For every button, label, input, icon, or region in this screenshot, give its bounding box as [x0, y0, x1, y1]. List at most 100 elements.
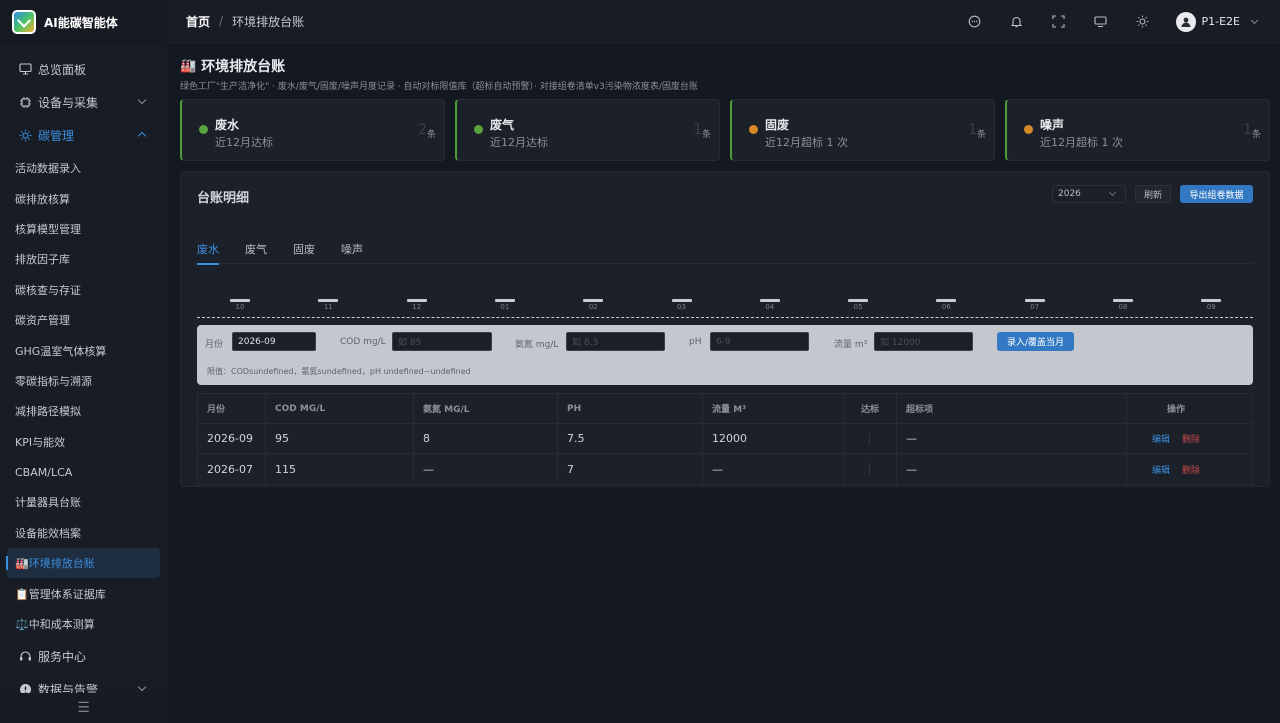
month-bar[interactable]	[671, 299, 692, 302]
limit-hint: 限值：CODsundefined，氨氮sundefined，pH undefin…	[207, 367, 471, 376]
month-bar[interactable]	[230, 299, 250, 302]
chevron-down-icon	[137, 683, 147, 692]
month-input[interactable]: 2026-09	[232, 332, 316, 351]
stat-card-noise[interactable]: 噪声 近12月超标 1 次 1 条	[1005, 99, 1270, 161]
refresh-button[interactable]: 刷新	[1135, 185, 1171, 203]
edit-link[interactable]: 编辑	[1152, 463, 1170, 476]
flow-input[interactable]: 如 12000	[874, 332, 973, 351]
stat-unit: 条	[426, 130, 436, 140]
stat-card-wastewater[interactable]: 废水 近12月达标 2 条	[180, 99, 445, 161]
sidebar-item-carbon[interactable]: 碳管理	[0, 120, 167, 150]
logo-icon	[12, 10, 36, 34]
tab-noise[interactable]: 噪声	[341, 241, 363, 264]
cell-actions: 编辑 删除	[1127, 454, 1225, 484]
collapse-menu-icon[interactable]: ☰	[0, 693, 167, 723]
sidebar-subitem[interactable]: 活动数据录入	[0, 153, 167, 183]
factory-icon: 🏭	[180, 58, 197, 74]
year-select[interactable]: 2026	[1052, 185, 1126, 203]
ph-label: pH	[689, 337, 702, 347]
sidebar-subitem[interactable]: 碳核查与存证	[0, 275, 167, 305]
panel-header: 台账明细 2026 刷新 导出组卷数据	[197, 172, 1253, 220]
cod-input[interactable]: 如 85	[392, 332, 492, 351]
col-nh[interactable]: 氨氮 MG/L	[414, 393, 558, 424]
delete-link[interactable]: 删除	[1182, 432, 1200, 445]
avatar[interactable]	[1175, 11, 1196, 32]
tab-wastewater[interactable]: 废水	[197, 241, 219, 265]
col-ph[interactable]: PH	[558, 393, 703, 424]
breadcrumb-home[interactable]: 首页	[186, 13, 210, 30]
month-bar[interactable]	[1201, 299, 1222, 302]
sidebar-subitem[interactable]: 核算模型管理	[0, 214, 167, 244]
month-bar[interactable]	[406, 299, 427, 302]
month-bar[interactable]	[1024, 299, 1045, 302]
month-bar[interactable]	[759, 299, 780, 302]
screen-icon[interactable]	[1094, 15, 1108, 29]
sidebar-subitem[interactable]: 零碳指标与溯源	[0, 366, 167, 396]
sidebar-subitem[interactable]: 排放因子库	[0, 244, 167, 274]
stat-count: 2	[418, 122, 427, 138]
tab-solid-waste[interactable]: 固废	[293, 241, 315, 264]
stat-card-solid-waste[interactable]: 固废 近12月超标 1 次 1 条	[730, 99, 995, 161]
submit-month-button[interactable]: 录入/覆盖当月	[997, 332, 1074, 351]
sidebar-subitem[interactable]: 碳排放核算	[0, 183, 167, 213]
sidebar-subitem[interactable]: KPI与能效	[0, 427, 167, 457]
sidebar-subitem[interactable]: GHG温室气体核算	[0, 335, 167, 365]
logo[interactable]: AI能碳智能体	[0, 0, 167, 44]
tab-exhaust[interactable]: 废气	[245, 241, 267, 264]
fullscreen-icon[interactable]	[1052, 15, 1066, 29]
breadcrumb-separator: /	[219, 14, 224, 28]
status-dot	[749, 125, 758, 134]
col-month[interactable]: 月份	[198, 393, 266, 424]
col-exceed[interactable]: 超标项	[897, 393, 1127, 424]
chevron-down-icon[interactable]	[1250, 16, 1259, 24]
topbar: 首页 / 环境排放台账 P1-E2E	[167, 0, 1280, 43]
export-button[interactable]: 导出组卷数据	[1180, 185, 1253, 203]
sidebar-subitem[interactable]: CBAM/LCA	[0, 457, 167, 487]
month-label: 09	[1206, 303, 1216, 311]
theme-sun-icon[interactable]	[1136, 15, 1150, 29]
chevron-down-icon	[137, 95, 147, 105]
sidebar-subitem[interactable]: 📋管理体系证据库	[0, 578, 167, 608]
main-area: 首页 / 环境排放台账 P1-E2E 🏭 环境排放台账 绿色工厂"生产洁净化" …	[167, 0, 1280, 723]
sidebar-subitem[interactable]: 减排路径模拟	[0, 396, 167, 426]
col-actions: 操作	[1166, 405, 1185, 415]
col-compliant[interactable]: 达标	[844, 393, 897, 424]
stat-card-exhaust[interactable]: 废气 近12月达标 1 条	[455, 99, 720, 161]
sidebar-item-devices[interactable]: 设备与采集	[0, 87, 167, 117]
table-header: 月份 COD MG/L 氨氮 MG/L PH 流量 M³ 达标 超标项 操作	[198, 393, 1252, 424]
cell-nh: 8	[414, 423, 558, 454]
month-label: 05	[853, 303, 863, 311]
month-bar[interactable]	[936, 299, 957, 302]
cell-flow: —	[703, 454, 844, 484]
topbar-actions: P1-E2E	[940, 0, 1259, 43]
sidebar-item-service[interactable]: 服务中心	[0, 641, 167, 671]
col-cod[interactable]: COD MG/L	[266, 393, 414, 424]
month-bar[interactable]	[1113, 299, 1133, 302]
month-label: 03	[677, 303, 686, 311]
delete-link[interactable]: 删除	[1182, 463, 1200, 476]
edit-link[interactable]: 编辑	[1152, 432, 1170, 445]
sidebar-subitem[interactable]: 设备能效档案	[0, 518, 167, 548]
month-bar[interactable]	[318, 299, 339, 302]
sidebar-item-label: 碳管理	[38, 128, 75, 143]
col-flow[interactable]: 流量 M³	[703, 393, 844, 424]
sidebar-subitem[interactable]: ⚖️中和成本测算	[0, 609, 167, 639]
page-title: 🏭 环境排放台账	[180, 57, 1270, 76]
sidebar-item-overview[interactable]: 总览面板	[0, 54, 167, 84]
month-label: 01	[500, 303, 510, 311]
month-bar[interactable]	[494, 299, 515, 302]
sidebar-subitem[interactable]: 碳资产管理	[0, 305, 167, 335]
chat-icon[interactable]	[968, 15, 982, 29]
sidebar-subitem-active[interactable]: 🏭环境排放台账	[6, 548, 160, 579]
bell-icon[interactable]	[1010, 15, 1024, 29]
nh-input[interactable]: 如 8.3	[566, 332, 665, 351]
stat-title: 废水	[215, 118, 240, 132]
page-title-text: 环境排放台账	[201, 59, 286, 75]
sidebar-menu: 总览面板 设备与采集 碳管理 活动数据录入 碳排放核算 核算模型管理 排放因子库…	[0, 44, 167, 704]
sidebar-subitem[interactable]: 计量器具台账	[0, 487, 167, 517]
user-name[interactable]: P1-E2E	[1202, 15, 1241, 28]
month-bar[interactable]	[848, 299, 869, 302]
table-row: 2026-09 95 8 7.5 12000 — 编辑 删除	[198, 423, 1252, 454]
ph-input[interactable]: 6-9	[710, 332, 809, 351]
month-bar[interactable]	[583, 299, 604, 302]
